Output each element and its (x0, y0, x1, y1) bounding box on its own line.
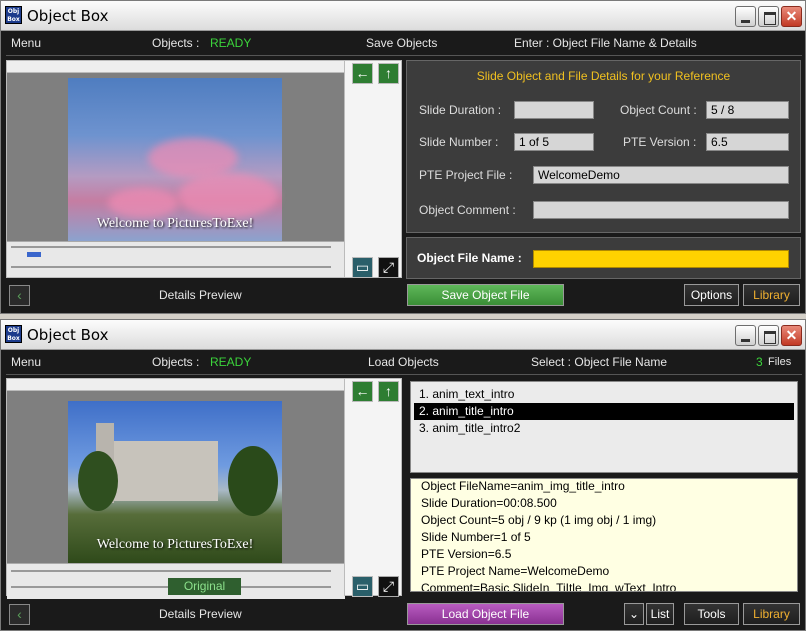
arrow-up-icon[interactable]: ↑ (378, 63, 399, 84)
chevron-down-icon[interactable]: ⌄ (624, 603, 644, 625)
library-button[interactable]: Library (743, 284, 800, 306)
objects-status: READY (210, 36, 252, 50)
preview-slide-image: Welcome to PicturesToExe! (68, 78, 282, 242)
list-item[interactable]: 3. anim_title_intro2 (414, 420, 794, 437)
minimize-button[interactable] (735, 6, 756, 27)
load-object-file-button[interactable]: Load Object File (407, 603, 564, 625)
menu-bar: Menu Objects : READY Save Objects Enter … (6, 34, 802, 54)
details-preview-label: Details Preview (159, 288, 242, 302)
hint-label: Enter : Object File Name & Details (514, 36, 697, 50)
maximize-button[interactable] (758, 6, 779, 27)
mode-label: Save Objects (366, 36, 438, 50)
preview-slide-image: Welcome to PicturesToExe! (68, 401, 282, 563)
object-file-list[interactable]: 1. anim_text_intro 2. anim_title_intro 3… (410, 381, 798, 473)
info-line: Object Count=5 obj / 9 kp (1 img obj / 1… (421, 513, 657, 527)
object-box-save-window: Obj Box Object Box ✕ Menu Objects : READY… (0, 0, 806, 314)
chevron-left-icon[interactable]: ‹ (9, 285, 30, 306)
info-line: Object FileName=anim_img_title_intro (421, 479, 625, 493)
object-count-label: Object Count : (620, 103, 697, 117)
slide-duration-field[interactable] (514, 101, 594, 119)
list-item-selected[interactable]: 2. anim_title_intro (414, 403, 794, 420)
preview-caption: Welcome to PicturesToExe! (96, 537, 254, 552)
files-label: Files (768, 356, 792, 368)
maximize-button[interactable] (758, 325, 779, 346)
minimize-button[interactable] (735, 325, 756, 346)
options-button[interactable]: Options (684, 284, 739, 306)
pte-version-field[interactable]: 6.5 (706, 133, 789, 151)
hint-label: Select : Object File Name (531, 355, 668, 369)
preview-timeline (7, 241, 345, 277)
menu-button[interactable]: Menu (11, 36, 41, 50)
details-preview-label: Details Preview (159, 607, 242, 621)
object-comment-label: Object Comment : (419, 203, 516, 217)
preview-side-panel (344, 60, 402, 278)
arrow-left-icon[interactable]: ← (352, 63, 373, 84)
monitor-icon[interactable]: ▭ (352, 576, 373, 597)
info-line: Slide Number=1 of 5 (421, 530, 531, 544)
list-button[interactable]: List (646, 603, 674, 625)
details-panel: Slide Object and File Details for your R… (406, 60, 801, 233)
list-item[interactable]: 1. anim_text_intro (414, 386, 794, 403)
save-object-file-button[interactable]: Save Object File (407, 284, 564, 306)
pte-project-label: PTE Project File : (419, 168, 513, 182)
app-icon: Obj Box (5, 6, 22, 24)
title-bar[interactable]: Obj Box Object Box ✕ (1, 1, 805, 31)
title-bar[interactable]: Obj Box Object Box ✕ (1, 320, 805, 350)
expand-icon[interactable]: ⤢ (378, 257, 399, 278)
close-button[interactable]: ✕ (781, 6, 802, 27)
files-count: 3 (756, 355, 763, 369)
app-icon: Obj Box (5, 325, 22, 343)
slide-duration-label: Slide Duration : (419, 103, 502, 117)
slide-number-label: Slide Number : (419, 135, 499, 149)
window-title: Object Box (27, 326, 109, 344)
object-file-name-input[interactable] (533, 250, 789, 268)
info-line: PTE Project Name=WelcomeDemo (421, 564, 610, 578)
arrow-up-icon[interactable]: ↑ (378, 381, 399, 402)
slide-number-field[interactable]: 1 of 5 (514, 133, 594, 151)
menu-bar: Menu Objects : READY Load Objects Select… (6, 353, 802, 373)
preview-side-panel (344, 378, 402, 596)
preview-toolbar (7, 379, 345, 391)
objects-label: Objects : (152, 355, 200, 369)
arrow-left-icon[interactable]: ← (352, 381, 373, 402)
object-count-field[interactable]: 5 / 8 (706, 101, 789, 119)
info-line: Slide Duration=00:08.500 (421, 496, 557, 510)
objects-label: Objects : (152, 36, 200, 50)
divider (6, 55, 802, 56)
window-title: Object Box (27, 7, 109, 25)
objects-status: READY (210, 355, 252, 369)
library-button[interactable]: Library (743, 603, 800, 625)
expand-icon[interactable]: ⤢ (378, 576, 399, 597)
preview-toolbar (7, 61, 345, 73)
original-label: Original (168, 578, 241, 595)
mode-label: Load Objects (368, 355, 439, 369)
object-comment-field[interactable] (533, 201, 789, 219)
menu-button[interactable]: Menu (11, 355, 41, 369)
pte-project-field[interactable]: WelcomeDemo (533, 166, 789, 184)
info-line: PTE Version=6.5 (421, 547, 512, 561)
monitor-icon[interactable]: ▭ (352, 257, 373, 278)
info-line: Comment=Basic SlideIn_TiItle_Img_wText_I… (421, 581, 677, 592)
close-button[interactable]: ✕ (781, 325, 802, 346)
pte-version-label: PTE Version : (623, 135, 697, 149)
object-box-load-window: Obj Box Object Box ✕ Menu Objects : READY… (0, 319, 806, 631)
filename-panel: Object File Name : (406, 237, 801, 279)
divider (6, 374, 802, 375)
preview-caption: Welcome to PicturesToExe! (96, 216, 254, 231)
tools-button[interactable]: Tools (684, 603, 739, 625)
slide-preview[interactable]: Welcome to PicturesToExe! (6, 378, 346, 599)
object-info-box: Object FileName=anim_img_title_intro Sli… (410, 478, 798, 592)
object-file-name-label: Object File Name : (417, 251, 522, 265)
chevron-left-icon[interactable]: ‹ (9, 604, 30, 625)
details-header: Slide Object and File Details for your R… (476, 69, 731, 83)
slide-preview[interactable]: Welcome to PicturesToExe! (6, 60, 346, 278)
